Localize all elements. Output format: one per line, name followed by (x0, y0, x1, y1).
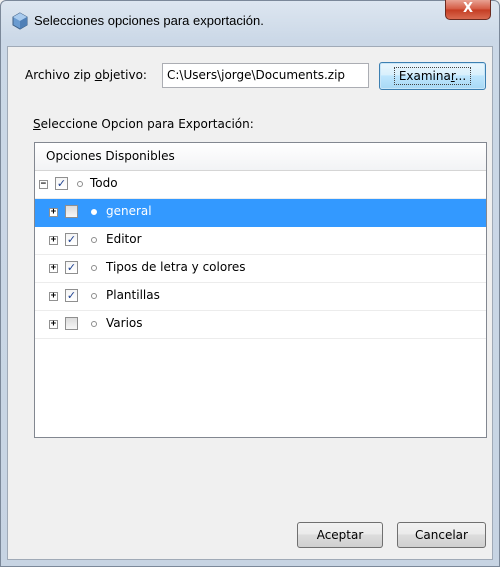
circle-node-icon (91, 209, 97, 215)
column-header-label: Opciones Disponibles (46, 149, 175, 163)
target-zip-label: Archivo zip objetivo: (25, 68, 147, 82)
tree-label-templates: Plantillas (106, 288, 160, 302)
checkbox-todo[interactable]: ✓ (55, 177, 68, 190)
circle-node-icon (91, 293, 97, 299)
tree-label-fonts-colors: Tipos de letra y colores (106, 260, 246, 274)
tree-label-general: general (106, 204, 152, 218)
expand-icon[interactable]: + (49, 208, 58, 217)
expand-icon[interactable]: + (49, 236, 58, 245)
tree-row-editor[interactable]: + ✓ Editor (35, 227, 486, 255)
expand-icon[interactable]: + (49, 264, 58, 273)
select-option-label: Seleccione Opcion para Exportación: (33, 117, 254, 131)
checkbox-templates[interactable]: ✓ (65, 289, 78, 302)
tree-label-misc: Varios (106, 316, 143, 330)
tree-label-editor: Editor (106, 232, 142, 246)
collapse-icon[interactable]: − (39, 180, 48, 189)
cancel-button[interactable]: Cancelar (397, 522, 486, 548)
checkbox-fonts-colors[interactable]: ✓ (65, 261, 78, 274)
circle-node-icon (91, 321, 97, 327)
circle-node-icon (77, 181, 83, 187)
checkbox-misc[interactable] (65, 317, 78, 330)
app-cube-icon (12, 12, 28, 30)
circle-node-icon (91, 237, 97, 243)
checkbox-editor[interactable]: ✓ (65, 233, 78, 246)
expand-icon[interactable]: + (49, 292, 58, 301)
tree-label-todo: Todo (90, 176, 118, 190)
target-zip-field[interactable]: C:\Users\jorge\Documents.zip (162, 63, 369, 88)
checkbox-general[interactable] (65, 205, 78, 218)
accept-button[interactable]: Aceptar (297, 522, 383, 548)
column-header[interactable]: Opciones Disponibles (35, 143, 486, 171)
title-bar[interactable]: Selecciones opciones para exportación. X (0, 0, 500, 46)
circle-node-icon (91, 265, 97, 271)
tree-row-general[interactable]: + general (35, 199, 486, 227)
window-title: Selecciones opciones para exportación. (34, 13, 264, 28)
close-button[interactable]: X (445, 0, 491, 20)
tree-row-fonts-colors[interactable]: + ✓ Tipos de letra y colores (35, 255, 486, 283)
browse-button[interactable]: Examinar... (379, 62, 486, 90)
tree-row-todo[interactable]: − ✓ Todo (35, 171, 486, 199)
expand-icon[interactable]: + (49, 320, 58, 329)
browse-button-label: Examinar... (393, 67, 472, 85)
options-tree-table[interactable]: Opciones Disponibles − ✓ Todo + general … (34, 142, 487, 438)
tree-row-templates[interactable]: + ✓ Plantillas (35, 283, 486, 311)
tree-row-misc[interactable]: + Varios (35, 311, 486, 339)
